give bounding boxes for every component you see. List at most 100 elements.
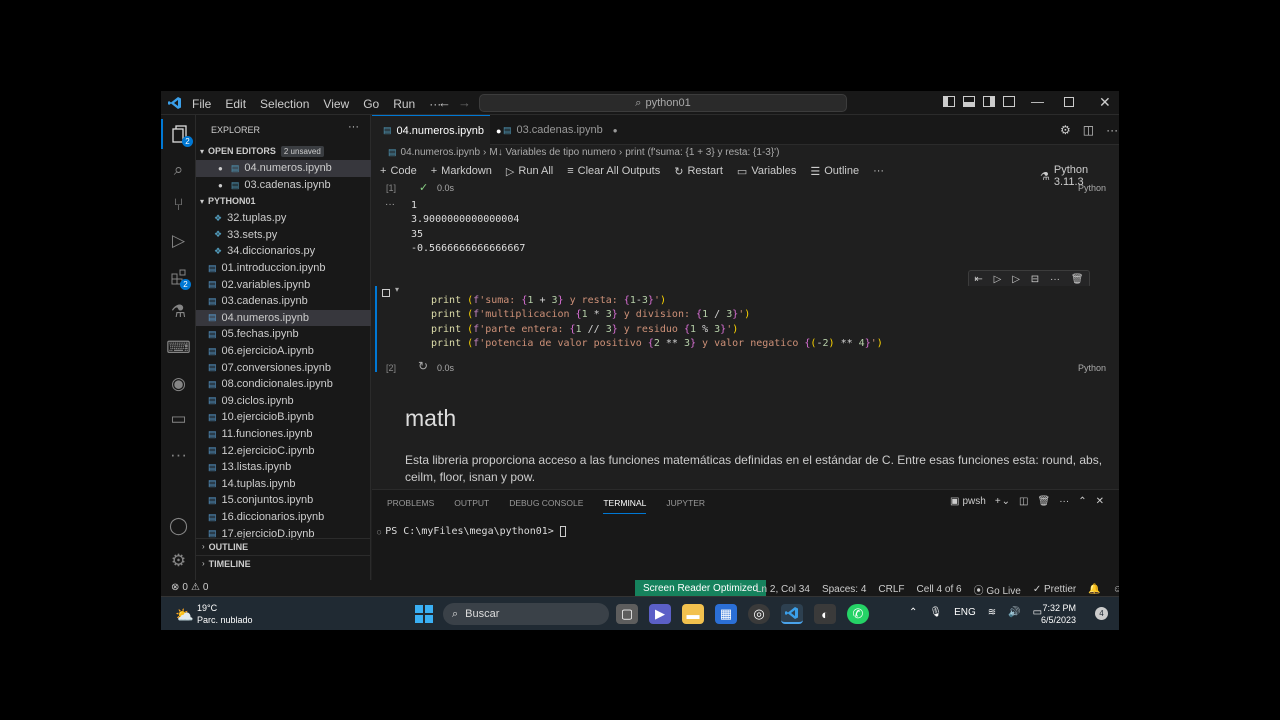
wifi-icon[interactable]: ≋ [988,607,996,618]
breadcrumb-cell[interactable]: print (f'suma: {1 + 3} y resta: {1-3}') [625,147,779,158]
panel-tab-terminal[interactable]: TERMINAL [603,498,647,514]
terminal-view-icon[interactable]: ⌨ [161,333,196,363]
open-editor-item[interactable]: ● ▤ 03.cadenas.ipynb [196,177,371,194]
file-tree-item[interactable]: ▤ 07.conversiones.ipynb [196,359,371,376]
shell-name[interactable]: pwsh [962,496,985,507]
toggle-secondary-sidebar-icon[interactable] [983,96,995,107]
settings-gear-icon[interactable]: ⚙ [1060,123,1071,137]
run-debug-icon[interactable]: ▷ [161,226,196,256]
file-tree-item[interactable]: ▤ 08.condicionales.ipynb [196,376,371,393]
file-tree-item[interactable]: ▤ 12.ejercicioC.ipynb [196,442,371,459]
variables-button[interactable]: ▭ Variables [737,165,796,178]
panel-tab-output[interactable]: OUTPUT [454,498,489,508]
menu-edit[interactable]: Edit [225,97,246,111]
problems-status[interactable]: ⊗ 0 ⚠ 0 [171,582,208,593]
execute-below-icon[interactable]: ▷ [1012,274,1020,285]
file-tree-item[interactable]: ▤ 15.conjuntos.ipynb [196,492,371,509]
clock[interactable]: 7:32 PM 6/5/2023 [1041,602,1076,626]
customize-layout-icon[interactable] [1003,96,1015,107]
go-live-button[interactable]: ⦿ Go Live [974,582,1021,597]
cell-indicator[interactable]: Cell 4 of 6 [917,584,962,595]
vscode-taskbar-icon[interactable] [781,604,803,624]
cell-more-icon[interactable]: ··· [1050,274,1060,285]
file-tree-item[interactable]: ▤ 16.diccionarios.ipynb [196,509,371,526]
split-terminal-icon[interactable]: ◫ [1019,496,1028,507]
cursor-position[interactable]: Ln 2, Col 34 [756,584,810,595]
tray-chevron-up-icon[interactable]: ⌃ [909,607,917,618]
restore-icon[interactable] [1064,97,1074,107]
explorer-more-icon[interactable]: ··· [348,121,359,133]
unsaved-dot-icon[interactable]: ● [613,126,618,135]
breadcrumb-section[interactable]: M↓ Variables de tipo numero [489,147,616,158]
clear-outputs-button[interactable]: ≡ Clear All Outputs [567,165,660,177]
chrome-icon[interactable]: ◎ [748,604,770,624]
testing-icon[interactable]: ⚗ [161,297,196,327]
timeline-header[interactable]: › TIMELINE [196,555,371,572]
file-tree-item[interactable]: ❖ 32.tuplas.py [196,210,371,227]
terminal-line[interactable]: ○ PS C:\myFiles\mega\python01> [377,526,566,537]
open-editors-header[interactable]: ▾ OPEN EDITORS 2 unsaved [196,143,371,160]
file-tree-item[interactable]: ▤ 04.numeros.ipynb [196,309,371,327]
file-explorer-icon[interactable]: ▬ [682,604,704,624]
menu-run[interactable]: Run [393,97,415,111]
screen-reader-status[interactable]: Screen Reader Optimized [635,580,767,596]
notification-count[interactable]: 4 [1095,607,1108,620]
panel-tab-debug[interactable]: DEBUG CONSOLE [509,498,583,508]
file-tree-item[interactable]: ▤ 03.cadenas.ipynb [196,293,371,310]
source-control-icon[interactable]: ⑂ [161,190,196,220]
execute-cell-icon[interactable]: ▷ [994,274,1002,285]
feedback-icon[interactable]: ☺ [1113,584,1119,595]
restart-button[interactable]: ↻ Restart [674,165,723,178]
prettier-button[interactable]: ✓ Prettier [1033,584,1076,595]
panel-tab-problems[interactable]: PROBLEMS [387,498,434,508]
jupyter-icon[interactable]: ◉ [161,369,196,399]
file-tree-item[interactable]: ▤ 01.introduccion.ipynb [196,260,371,277]
toggle-sidebar-icon[interactable] [943,96,955,107]
store-icon[interactable]: ▦ [715,604,737,624]
file-tree-item[interactable]: ▤ 05.fechas.ipynb [196,326,371,343]
file-tree-item[interactable]: ▤ 11.funciones.ipynb [196,426,371,443]
add-code-button[interactable]: + Code [380,165,417,177]
remote-explorer-icon[interactable]: ▭ [161,404,196,434]
chevron-down-icon[interactable]: ⌄ [1002,496,1010,507]
folder-header[interactable]: ▾ PYTHON01 [196,193,371,210]
cell-language[interactable]: Python [1078,183,1106,193]
more-views-icon[interactable]: ··· [161,440,196,470]
taskbar-search[interactable]: ⌕ Buscar [443,603,609,625]
terminal-shell-icon[interactable]: ▣ [950,496,959,507]
file-tree-item[interactable]: ▤ 10.ejercicioB.ipynb [196,409,371,426]
toolbar-more-button[interactable]: ··· [873,165,884,177]
new-terminal-icon[interactable]: + [995,496,1001,507]
split-editor-icon[interactable]: ◫ [1083,123,1094,137]
maximize-panel-icon[interactable]: ⌃ [1078,496,1086,507]
whatsapp-icon[interactable]: ✆ [847,604,869,624]
account-icon[interactable]: ◯ [161,511,196,541]
weather-icon[interactable]: ⛅ [175,606,194,624]
explorer-icon[interactable]: 2 [161,119,196,149]
task-view-icon[interactable]: ▢ [616,604,638,624]
output-more-icon[interactable]: ··· [385,199,395,210]
file-tree-item[interactable]: ▤ 02.variables.ipynb [196,276,371,293]
file-tree-item[interactable]: ▤ 14.tuplas.ipynb [196,476,371,493]
input-language[interactable]: ENG [954,607,976,618]
panel-tab-jupyter[interactable]: JUPYTER [666,498,705,508]
code-editor[interactable]: print (f'suma: {1 + 3} y resta: {1-3}') … [408,286,1114,358]
cell-language[interactable]: Python [1078,363,1106,373]
weather-widget[interactable]: 19°C Parc. nublado [197,602,253,626]
file-tree-item[interactable]: ❖ 34.diccionarios.py [196,243,371,260]
split-cell-icon[interactable]: ⊟ [1031,274,1039,285]
tab-cadenas[interactable]: ▤ 03.cadenas.ipynb ● [490,115,618,145]
file-tree-item[interactable]: ▤ 09.ciclos.ipynb [196,393,371,410]
volume-icon[interactable]: 🔊 [1008,607,1020,618]
outline-header[interactable]: › OUTLINE [196,538,371,555]
obs-icon[interactable]: ◐ [814,604,836,624]
file-tree-item[interactable]: ▤ 13.listas.ipynb [196,459,371,476]
notification-bell-icon[interactable]: 🔔 [1088,584,1100,595]
microphone-icon[interactable]: 🎙 [929,607,942,618]
menu-view[interactable]: View [323,97,349,111]
delete-cell-icon[interactable]: 🗑 [1071,274,1084,285]
settings-gear-icon[interactable]: ⚙ [161,546,196,576]
command-center-search[interactable]: ⌕ python01 [479,94,847,112]
execute-above-icon[interactable]: ⇤ [974,274,982,285]
close-window-icon[interactable]: ✕ [1099,94,1111,111]
